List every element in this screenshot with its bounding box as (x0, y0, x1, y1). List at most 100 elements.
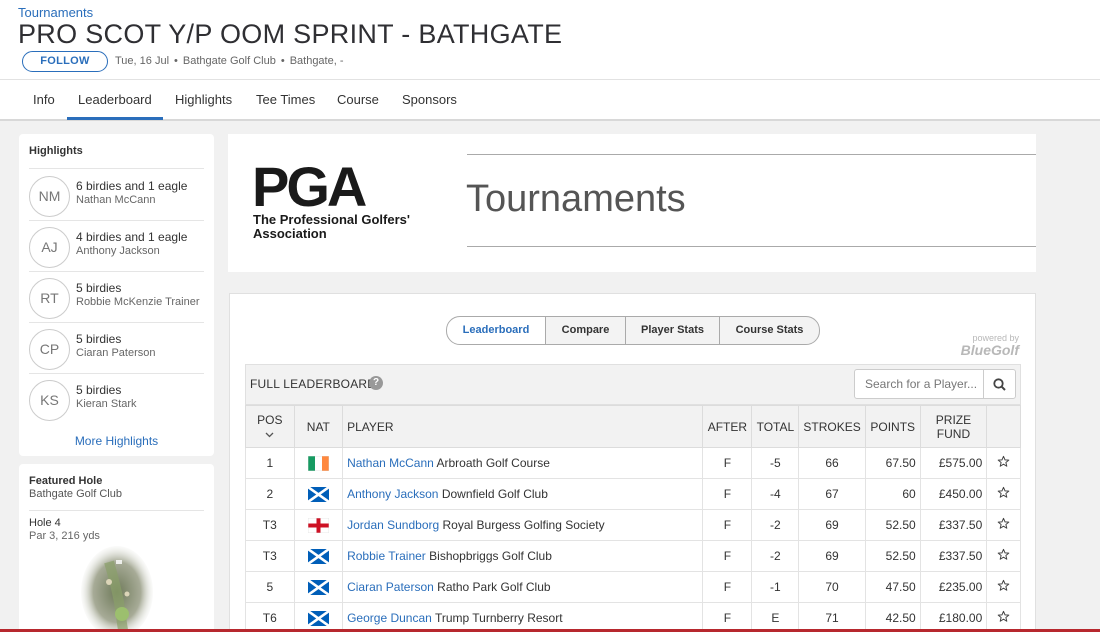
scotland-flag-icon (307, 548, 329, 564)
divider (29, 271, 204, 272)
pos-header-label: POS (257, 412, 283, 427)
divider (29, 322, 204, 323)
tab-leaderboard[interactable]: Leaderboard (67, 92, 163, 120)
table-row[interactable]: T6 George Duncan Trump Turnberry Resort F E… (245, 602, 1021, 632)
cell-points: 47.50 (864, 571, 921, 603)
cell-total: -4 (751, 478, 800, 510)
more-highlights-link[interactable]: More Highlights (19, 434, 214, 448)
leaderboard-table: POS NAT PLAYER AFTER TOTAL STROKES POINT… (245, 405, 1021, 632)
highlight-item[interactable]: NM 6 birdies and 1 eagle Nathan McCann (29, 171, 209, 221)
cell-pos: T6 (245, 602, 295, 632)
player-name-link[interactable]: Nathan McCann (347, 456, 434, 470)
divider (467, 154, 1036, 155)
cell-nat (293, 540, 344, 572)
column-header-after: AFTER (702, 405, 753, 448)
star-icon[interactable] (997, 517, 1010, 530)
bluegolf-brand: BlueGolf (960, 342, 1019, 358)
leaderboard-toolbar: FULL LEADERBOARD ? (245, 364, 1021, 405)
cell-favorite (986, 571, 1021, 603)
cell-points: 67.50 (864, 447, 921, 479)
table-row[interactable]: T3 Robbie Trainer Bishopbriggs Golf Club F… (245, 540, 1021, 572)
cell-prize: £337.50 (919, 509, 988, 541)
cell-strokes: 71 (798, 602, 866, 632)
cell-nat (293, 447, 344, 479)
player-name-link[interactable]: George Duncan (347, 611, 432, 625)
cell-player: Nathan McCann Arbroath Golf Course (342, 447, 704, 479)
tab-tee-times[interactable]: Tee Times (256, 92, 315, 107)
avatar: AJ (29, 227, 70, 268)
tournament-venue: Bathgate Golf Club (182, 55, 276, 67)
player-name-link[interactable]: Anthony Jackson (347, 487, 438, 501)
highlight-item[interactable]: CP 5 birdies Ciaran Paterson (29, 324, 209, 374)
cell-nat (293, 571, 344, 603)
tournaments-banner: PGA The Professional Golfers' Associatio… (228, 134, 1036, 272)
player-name-link[interactable]: Robbie Trainer (347, 549, 426, 563)
segment-course-stats[interactable]: Course Stats (719, 316, 820, 345)
search-button[interactable] (983, 370, 1015, 398)
column-header-pos[interactable]: POS (245, 405, 295, 448)
player-name-link[interactable]: Ciaran Paterson (347, 580, 434, 594)
ireland-flag-icon (307, 455, 329, 471)
leaderboard-panel: Leaderboard Compare Player Stats Course … (229, 293, 1036, 632)
hole-map-image[interactable] (79, 542, 155, 632)
highlight-item[interactable]: KS 5 birdies Kieran Stark (29, 375, 209, 425)
segment-compare[interactable]: Compare (545, 316, 626, 345)
meta-separator: • (280, 55, 285, 67)
star-icon[interactable] (997, 455, 1010, 468)
divider (29, 220, 204, 221)
cell-total: -2 (751, 540, 800, 572)
highlight-item[interactable]: RT 5 birdies Robbie McKenzie Trainer (29, 273, 209, 323)
cell-after: F (702, 478, 753, 510)
cell-prize: £575.00 (919, 447, 988, 479)
banner-heading: Tournaments (466, 178, 686, 220)
highlight-text: 5 birdies (76, 332, 122, 346)
cell-total: E (751, 602, 800, 632)
highlights-title: Highlights (29, 145, 83, 157)
player-club: Royal Burgess Golfing Society (442, 518, 605, 532)
player-name-link[interactable]: Jordan Sundborg (347, 518, 439, 532)
table-row[interactable]: T3 Jordan Sundborg Royal Burgess Golfing … (245, 509, 1021, 541)
cell-points: 52.50 (864, 540, 921, 572)
star-icon[interactable] (997, 486, 1010, 499)
tab-course[interactable]: Course (337, 92, 379, 107)
cell-pos: 2 (245, 478, 295, 510)
column-header-points: POINTS (864, 405, 921, 448)
table-row[interactable]: 2 Anthony Jackson Downfield Golf Club F -4 6… (245, 478, 1021, 510)
tab-highlights[interactable]: Highlights (175, 92, 232, 107)
cell-total: -1 (751, 571, 800, 603)
help-icon[interactable]: ? (369, 376, 383, 390)
player-club: Bishopbriggs Golf Club (429, 549, 552, 563)
avatar: KS (29, 380, 70, 421)
segment-leaderboard[interactable]: Leaderboard (446, 316, 546, 345)
cell-total: -2 (751, 509, 800, 541)
sort-chevron-down-icon (265, 432, 274, 437)
breadcrumb-tournaments[interactable]: Tournaments (18, 5, 93, 20)
cell-pos: 5 (245, 571, 295, 603)
segment-player-stats[interactable]: Player Stats (625, 316, 720, 345)
table-row[interactable]: 1 Nathan McCann Arbroath Golf Course F -5 66… (245, 447, 1021, 479)
tab-sponsors[interactable]: Sponsors (402, 92, 457, 107)
star-icon[interactable] (997, 610, 1010, 623)
highlight-player: Kieran Stark (76, 398, 137, 410)
page-title: PRO SCOT Y/P OOM SPRINT - BATHGATE (18, 19, 563, 49)
highlight-player: Nathan McCann (76, 194, 156, 206)
avatar: NM (29, 176, 70, 217)
search-input[interactable] (855, 370, 985, 398)
highlight-item[interactable]: AJ 4 birdies and 1 eagle Anthony Jackson (29, 222, 209, 272)
table-header-row: POS NAT PLAYER AFTER TOTAL STROKES POINT… (245, 405, 1021, 448)
table-row[interactable]: 5 Ciaran Paterson Ratho Park Golf Club F -1… (245, 571, 1021, 603)
cell-strokes: 69 (798, 540, 866, 572)
column-header-player: PLAYER (342, 405, 704, 448)
cell-player: Robbie Trainer Bishopbriggs Golf Club (342, 540, 704, 572)
star-icon[interactable] (997, 579, 1010, 592)
tab-info[interactable]: Info (33, 92, 55, 107)
england-flag-icon (307, 517, 329, 533)
highlight-player: Robbie McKenzie Trainer (76, 296, 200, 308)
star-icon[interactable] (997, 548, 1010, 561)
follow-button[interactable]: FOLLOW (22, 51, 108, 72)
cell-after: F (702, 447, 753, 479)
cell-total: -5 (751, 447, 800, 479)
player-club: Arbroath Golf Course (436, 456, 550, 470)
player-search (854, 369, 1016, 399)
full-leaderboard-label: FULL LEADERBOARD (250, 377, 377, 391)
